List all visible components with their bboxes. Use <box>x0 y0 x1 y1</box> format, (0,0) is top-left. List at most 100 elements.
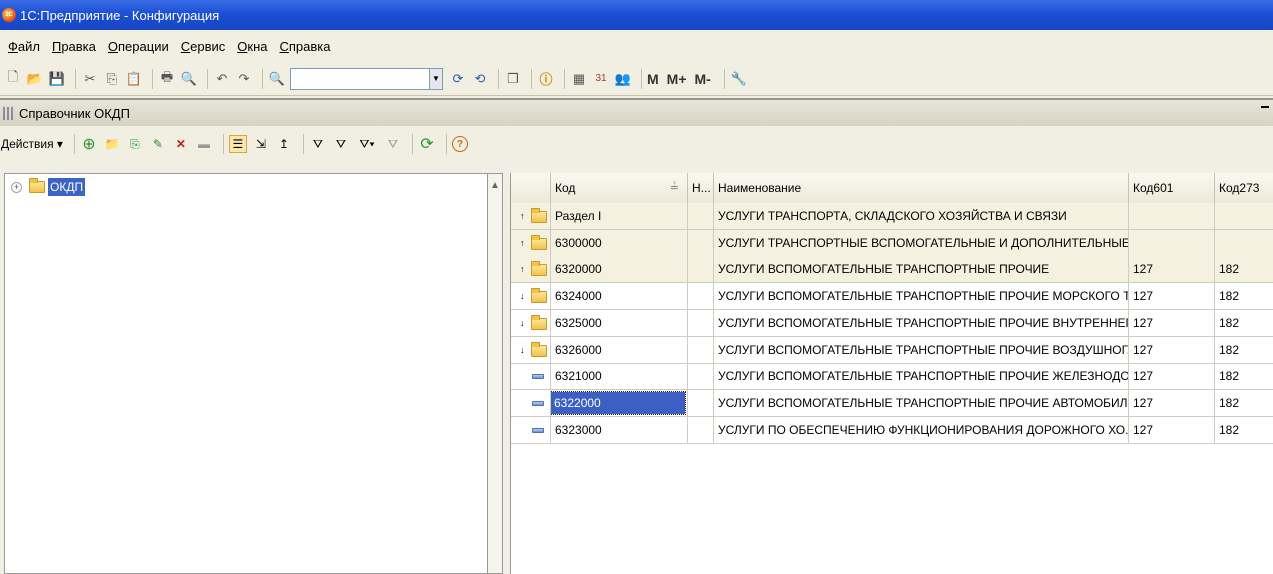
settings-icon[interactable]: 🔧 <box>730 70 748 88</box>
actions-menu-button[interactable]: Действия ▾ <box>1 137 63 151</box>
undo-icon[interactable]: ↶ <box>213 70 231 88</box>
table-row[interactable]: ↑ 6300000 УСЛУГИ ТРАНСПОРТНЫЕ ВСПОМОГАТЕЛЬ… <box>511 229 1273 257</box>
tree-node-root[interactable]: + ОКДП <box>5 174 489 200</box>
cell-k273 <box>1215 230 1273 256</box>
edit-icon[interactable]: ✎ <box>149 135 167 153</box>
sort-ascending-icon: ≟ <box>669 182 679 194</box>
menu-item-1[interactable]: Правка <box>52 39 96 54</box>
open-folder-icon[interactable]: 📂 <box>26 70 44 88</box>
cell-name: УСЛУГИ ВСПОМОГАТЕЛЬНЫЕ ТРАНСПОРТНЫЕ ПРОЧ… <box>714 283 1129 310</box>
menu-label-rest: айл <box>17 38 40 54</box>
find-next-icon[interactable]: ⟳ <box>449 70 467 88</box>
toolbar-separator <box>723 68 725 89</box>
column-header-name[interactable]: Наименование <box>714 173 1129 203</box>
filter-icon[interactable]: ⛛ <box>309 135 327 153</box>
hierarchy-view-icon[interactable]: ☰ <box>228 135 247 153</box>
tree-panel: + ОКДП <box>4 173 488 574</box>
cut-icon[interactable]: ✂ <box>81 70 99 88</box>
new-document-icon[interactable]: 🗋 <box>4 69 22 88</box>
paste-icon[interactable]: 📋 <box>125 70 143 88</box>
menu-label-rest: правка <box>288 38 331 54</box>
menu-item-3[interactable]: Сервис <box>181 39 226 54</box>
table-row[interactable]: ↑ 6320000 УСЛУГИ ВСПОМОГАТЕЛЬНЫЕ ТРАНСПОРТ… <box>511 256 1273 284</box>
menu-item-5[interactable]: Справка <box>279 39 330 54</box>
save-icon[interactable]: 💾 <box>48 70 66 88</box>
table-row[interactable]: ↑ Раздел I УСЛУГИ ТРАНСПОРТА, СКЛАДСКОГО Х… <box>511 203 1273 230</box>
redo-icon[interactable]: ↷ <box>235 70 253 88</box>
cell-k601 <box>1129 203 1215 229</box>
memory-button[interactable]: M <box>647 71 659 87</box>
add-folder-icon[interactable]: 📁 <box>103 135 121 153</box>
toolbar-separator <box>222 134 224 154</box>
cell-name: УСЛУГИ ВСПОМОГАТЕЛЬНЫЕ ТРАНСПОРТНЫЕ ПРОЧ… <box>714 309 1129 336</box>
arrow-up-icon: ↑ <box>520 264 525 275</box>
cell-k273 <box>1215 203 1273 229</box>
table-row[interactable]: ↓ 6325000 УСЛУГИ ВСПОМОГАТЕЛЬНЫЕ ТРАНСПОРТ… <box>511 309 1273 337</box>
level-up-icon[interactable]: ↥ <box>275 135 293 153</box>
delete-icon[interactable]: ✕ <box>172 135 190 153</box>
copy-icon[interactable]: ⎘ <box>103 70 121 88</box>
menu-item-2[interactable]: Операции <box>108 39 169 54</box>
column-header-code601[interactable]: Код601 <box>1129 173 1215 203</box>
print-preview-icon[interactable]: 🔍 <box>180 70 198 88</box>
refresh-icon[interactable]: ⟳ <box>418 135 436 153</box>
mark-delete-icon[interactable]: ▬ <box>195 135 213 153</box>
row-icon-cell: ↓ <box>511 336 551 363</box>
cell-code: 6320000 <box>551 256 688 283</box>
column-header-code273[interactable]: Код273 <box>1215 173 1273 203</box>
tree-node-label: ОКДП <box>48 178 86 196</box>
arrow-down-icon: ↓ <box>520 317 525 328</box>
document-header: Справочник ОКДП <box>0 98 1273 126</box>
menu-bar: Файл Правка Операции Сервис Окна Справка <box>0 30 1273 62</box>
arrow-up-icon: ↑ <box>520 211 525 221</box>
cell-name: УСЛУГИ ПО ОБЕСПЕЧЕНИЮ ФУНКЦИОНИРОВАНИЯ Д… <box>714 416 1129 443</box>
clear-filter-icon[interactable]: ⛛ <box>384 135 402 153</box>
copy-item-icon[interactable]: ⎘ <box>126 135 144 153</box>
menu-item-0[interactable]: Файл <box>8 39 40 54</box>
info-icon[interactable]: ⓘ <box>537 70 555 88</box>
cell-n <box>688 416 714 443</box>
tree-scrollbar[interactable]: ▲ <box>487 173 503 574</box>
scroll-up-icon[interactable]: ▲ <box>488 180 502 191</box>
print-icon[interactable]: 🖶 <box>158 69 176 88</box>
help-icon[interactable]: ? <box>451 136 468 152</box>
users-icon[interactable]: 👥 <box>614 70 632 88</box>
selected-cell[interactable]: 6322000 <box>551 390 686 415</box>
column-header-code[interactable]: Код ≟ <box>551 173 688 203</box>
table-row[interactable]: 6323000 УСЛУГИ ПО ОБЕСПЕЧЕНИЮ ФУНКЦИОНИРО… <box>511 416 1273 444</box>
toolbar-separator <box>641 68 642 89</box>
minimize-icon[interactable] <box>1261 106 1269 108</box>
cell-k601: 127 <box>1129 416 1215 443</box>
search-input[interactable] <box>290 67 430 90</box>
table-row[interactable]: 6321000 УСЛУГИ ВСПОМОГАТЕЛЬНЫЕ ТРАНСПОРТН… <box>511 363 1273 391</box>
row-icon-cell: ↑ <box>511 256 551 283</box>
table-row[interactable]: ↓ 6324000 УСЛУГИ ВСПОМОГАТЕЛЬНЫЕ ТРАНСПОРТ… <box>511 283 1273 311</box>
cell-n <box>688 363 714 390</box>
toolbar-separator <box>498 68 499 89</box>
column-header-n[interactable]: Н... <box>688 173 714 203</box>
find-previous-icon[interactable]: ⟲ <box>471 70 489 88</box>
find-icon[interactable]: 🔍 <box>268 70 286 88</box>
filter-history-icon[interactable]: ⛛▾ <box>355 135 379 153</box>
move-to-group-icon[interactable]: ⇲ <box>252 135 270 153</box>
windows-icon[interactable]: ❐ <box>504 70 522 88</box>
cell-k273: 182 <box>1219 395 1240 410</box>
expand-icon[interactable]: + <box>11 181 22 193</box>
calculator-icon[interactable]: ▦ <box>570 70 588 88</box>
menu-label-rest: равка <box>61 38 96 54</box>
document-title: Справочник ОКДП <box>19 105 130 121</box>
table-header: Код ≟ Н... Наименование Код601 Код273 <box>511 173 1273 204</box>
add-icon[interactable]: ⊕ <box>80 135 98 153</box>
row-icon-cell: ↓ <box>511 283 551 310</box>
memory-minus-button[interactable]: M- <box>695 71 711 87</box>
items-table: Код ≟ Н... Наименование Код601 Код273 ↑ Р… <box>510 173 1273 574</box>
search-dropdown-icon[interactable]: ▼ <box>430 67 443 90</box>
menu-item-4[interactable]: Окна <box>237 39 267 54</box>
filter-by-value-icon[interactable]: ⛛ <box>332 135 350 153</box>
table-row[interactable]: 6322000 УСЛУГИ ВСПОМОГАТЕЛЬНЫЕ ТРАНСПОРТН… <box>511 389 1273 417</box>
calendar-icon[interactable]: 31 <box>592 70 610 88</box>
cell-k273: 182 <box>1219 289 1240 304</box>
cell-k273: 182 <box>1219 315 1240 330</box>
memory-plus-button[interactable]: M+ <box>667 71 687 87</box>
table-row[interactable]: ↓ 6326000 УСЛУГИ ВСПОМОГАТЕЛЬНЫЕ ТРАНСПОРТ… <box>511 336 1273 364</box>
